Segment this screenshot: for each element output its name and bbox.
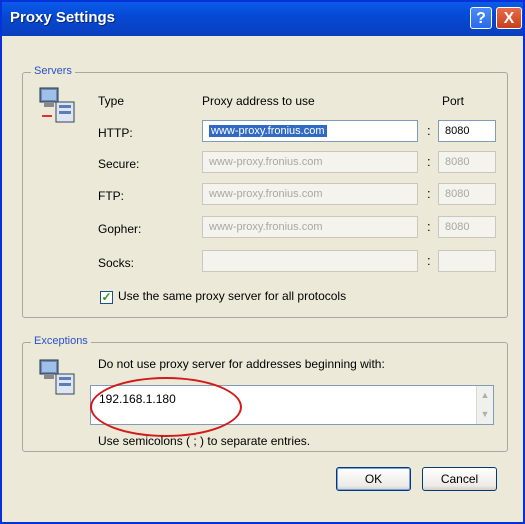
type-header: Type [98, 94, 125, 108]
exceptions-instruction: Do not use proxy server for addresses be… [98, 357, 385, 371]
exceptions-textarea[interactable]: 192.168.1.180 ▲ ▼ [90, 385, 494, 425]
ftp-port-input[interactable]: 8080 [438, 183, 496, 205]
colon-separator: : [427, 186, 431, 201]
secure-label: Secure: [98, 157, 140, 171]
exceptions-legend: Exceptions [31, 335, 91, 347]
ok-button[interactable]: OK [336, 467, 411, 491]
port-header: Port [442, 94, 465, 108]
window-title: Proxy Settings [10, 9, 116, 26]
same-proxy-checkbox[interactable]: ✓ [100, 291, 113, 304]
scroll-down-icon[interactable]: ▼ [477, 405, 493, 424]
exceptions-value: 192.168.1.180 [99, 392, 176, 406]
colon-separator: : [427, 219, 431, 234]
network-computers-icon [39, 87, 75, 123]
cancel-button[interactable]: Cancel [422, 467, 497, 491]
same-proxy-label[interactable]: Use the same proxy server for all protoc… [118, 289, 346, 303]
http-label: HTTP: [98, 126, 133, 140]
gopher-label: Gopher: [98, 222, 142, 236]
help-button[interactable]: ? [470, 7, 492, 29]
socks-port-input[interactable] [438, 250, 496, 272]
http-address-value: www-proxy.fronius.com [209, 125, 327, 137]
close-button[interactable]: X [496, 7, 522, 29]
exceptions-hint: Use semicolons ( ; ) to separate entries… [98, 434, 311, 448]
http-address-input[interactable]: www-proxy.fronius.com [202, 120, 418, 142]
gopher-address-input[interactable]: www-proxy.fronius.com [202, 216, 418, 238]
socks-address-input[interactable] [202, 250, 418, 272]
secure-address-input[interactable]: www-proxy.fronius.com [202, 151, 418, 173]
ftp-label: FTP: [98, 189, 124, 203]
secure-port-input[interactable]: 8080 [438, 151, 496, 173]
servers-legend: Servers [31, 65, 75, 77]
ftp-address-input[interactable]: www-proxy.fronius.com [202, 183, 418, 205]
colon-separator: : [427, 154, 431, 169]
colon-separator: : [427, 253, 431, 268]
exceptions-scrollbar[interactable]: ▲ ▼ [476, 386, 493, 424]
socks-label: Socks: [98, 256, 135, 270]
address-header: Proxy address to use [202, 94, 315, 108]
gopher-port-input[interactable]: 8080 [438, 216, 496, 238]
proxy-settings-dialog: Proxy Settings ? X Servers Type Proxy ad… [0, 0, 525, 524]
scroll-up-icon[interactable]: ▲ [477, 386, 493, 405]
network-computers-icon [39, 359, 75, 395]
title-bar[interactable]: Proxy Settings ? X [2, 2, 523, 36]
http-port-input[interactable]: 8080 [438, 120, 496, 142]
colon-separator: : [427, 123, 431, 138]
